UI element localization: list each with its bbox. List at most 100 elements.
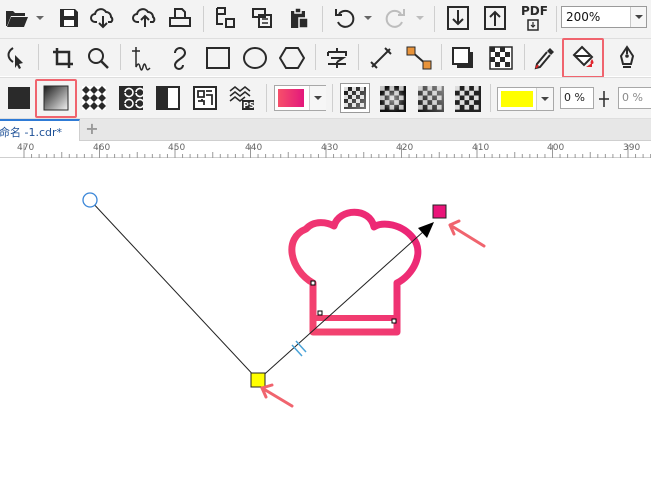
- redo-dropdown-arrow[interactable]: [416, 16, 424, 20]
- ruler-label: 420: [396, 143, 414, 153]
- gradient-end-node[interactable]: [432, 204, 447, 219]
- checker-radial-icon: [380, 86, 406, 112]
- document-tab-title: 未命名 -1.cdr*: [0, 126, 63, 139]
- cloud-download-icon: [90, 8, 114, 29]
- uniform-fill-icon: [8, 87, 30, 109]
- swirl-pattern-icon: [119, 86, 143, 110]
- node-opacity-value: 0 %: [564, 91, 585, 104]
- vector-pattern-fill-button[interactable]: [79, 82, 109, 114]
- separator: [322, 6, 323, 32]
- fill-style-button-4[interactable]: [455, 86, 481, 112]
- pen-tool[interactable]: [612, 42, 642, 74]
- node-color-dropdown[interactable]: [536, 88, 553, 110]
- node-opacity-field[interactable]: 0 %: [560, 87, 594, 109]
- freehand-pick-tool[interactable]: [2, 42, 32, 74]
- drop-shadow-tool[interactable]: [448, 42, 478, 74]
- fountain-fill-button[interactable]: [41, 82, 71, 114]
- redo-button[interactable]: [380, 2, 410, 34]
- separator: [266, 84, 267, 112]
- cloud-download-button[interactable]: [88, 2, 118, 34]
- import-icon: [216, 7, 235, 28]
- separator: [38, 44, 39, 70]
- fill-style-button-3[interactable]: [418, 86, 444, 112]
- parallel-dimension-tool[interactable]: [366, 42, 396, 74]
- ruler-label: 470: [17, 143, 35, 153]
- open-dropdown-arrow[interactable]: [36, 16, 44, 20]
- zoom-dropdown-arrow[interactable]: [630, 7, 646, 27]
- freehand-tool[interactable]: [128, 42, 158, 74]
- cloud-upload-icon: [132, 8, 156, 27]
- rectangle-tool[interactable]: [203, 42, 233, 74]
- import-button[interactable]: [210, 2, 240, 34]
- fill-angle-line: [89, 199, 259, 381]
- cloud-upload-button[interactable]: [130, 2, 160, 34]
- checkerboard-icon: [489, 46, 513, 70]
- ruler-label: 440: [245, 143, 263, 153]
- transparency-field[interactable]: 0 %: [618, 87, 651, 109]
- pdf-document-icon: [527, 19, 539, 31]
- selection-node[interactable]: [310, 280, 316, 286]
- document-tab-bar: 未命名 -1.cdr* +: [0, 119, 651, 141]
- texture-fill-button[interactable]: [190, 82, 220, 114]
- clipboard-button[interactable]: [284, 2, 314, 34]
- zoom-tool[interactable]: [83, 42, 113, 74]
- zoom-level-value: 200%: [566, 10, 601, 24]
- text-tool[interactable]: [322, 42, 352, 74]
- separator: [490, 84, 491, 112]
- bitmap-pattern-fill-button[interactable]: [116, 82, 146, 114]
- transparency-tool[interactable]: [486, 42, 516, 74]
- add-document-tab-button[interactable]: +: [84, 121, 100, 138]
- document-tab[interactable]: 未命名 -1.cdr*: [0, 119, 80, 141]
- publish-pdf-button[interactable]: PDF: [517, 3, 551, 33]
- fountain-pen-icon: [619, 45, 635, 68]
- floppy-disk-icon: [60, 9, 78, 27]
- export-button[interactable]: [247, 2, 277, 34]
- zoom-level-select[interactable]: 200%: [561, 6, 647, 28]
- horizontal-ruler[interactable]: 470 460 450 440 430 420 410 400 390: [0, 141, 651, 158]
- checker-square-icon: [455, 86, 481, 112]
- paint-bucket-icon: [572, 45, 594, 67]
- eyedropper-tool[interactable]: [530, 42, 560, 74]
- chef-hat-shape[interactable]: [288, 208, 422, 336]
- import-file-button[interactable]: [443, 2, 473, 34]
- export-file-button[interactable]: [480, 2, 510, 34]
- fill-style-button-1[interactable]: [340, 83, 370, 113]
- export-icon: [252, 8, 272, 28]
- selection-node[interactable]: [317, 310, 323, 316]
- interactive-fill-tool[interactable]: [568, 42, 598, 74]
- gradient-preview-swatch: [278, 89, 304, 107]
- fill-picker-dropdown[interactable]: [309, 86, 326, 110]
- undo-dropdown-arrow[interactable]: [364, 16, 372, 20]
- midpoint-slider[interactable]: [291, 340, 307, 357]
- node-color-picker[interactable]: [497, 87, 554, 111]
- artistic-media-tool[interactable]: [166, 42, 196, 74]
- uniform-fill-button[interactable]: [4, 82, 34, 114]
- print-button[interactable]: [165, 2, 195, 34]
- save-button[interactable]: [54, 2, 84, 34]
- crop-tool[interactable]: [48, 42, 78, 74]
- undo-button[interactable]: [330, 2, 360, 34]
- ellipse-tool[interactable]: [240, 42, 270, 74]
- pdf-label: PDF: [521, 4, 548, 18]
- node-position-slider[interactable]: [596, 88, 612, 110]
- fill-rotation-handle[interactable]: [82, 192, 98, 208]
- checker-conical-icon: [418, 86, 444, 112]
- connector-tool[interactable]: [404, 42, 434, 74]
- separator: [441, 44, 442, 70]
- gradient-start-node[interactable]: [250, 372, 266, 388]
- ruler-label: 390: [623, 143, 641, 153]
- two-color-pattern-fill-button[interactable]: [153, 82, 183, 114]
- checker-gradient-icon: [344, 87, 366, 109]
- fill-style-button-2[interactable]: [380, 86, 406, 112]
- postscript-pattern-icon: PS: [229, 86, 255, 110]
- separator: [315, 44, 316, 70]
- postscript-fill-button[interactable]: PS: [227, 82, 257, 114]
- drawing-canvas[interactable]: [0, 159, 651, 480]
- polygon-tool[interactable]: [277, 42, 307, 74]
- eyedropper-icon: [534, 48, 554, 70]
- arrow-down-box-icon: [447, 6, 469, 30]
- selection-node[interactable]: [391, 318, 397, 324]
- open-button[interactable]: [2, 2, 32, 34]
- fill-picker[interactable]: [274, 85, 326, 111]
- svg-text:PS: PS: [243, 101, 255, 110]
